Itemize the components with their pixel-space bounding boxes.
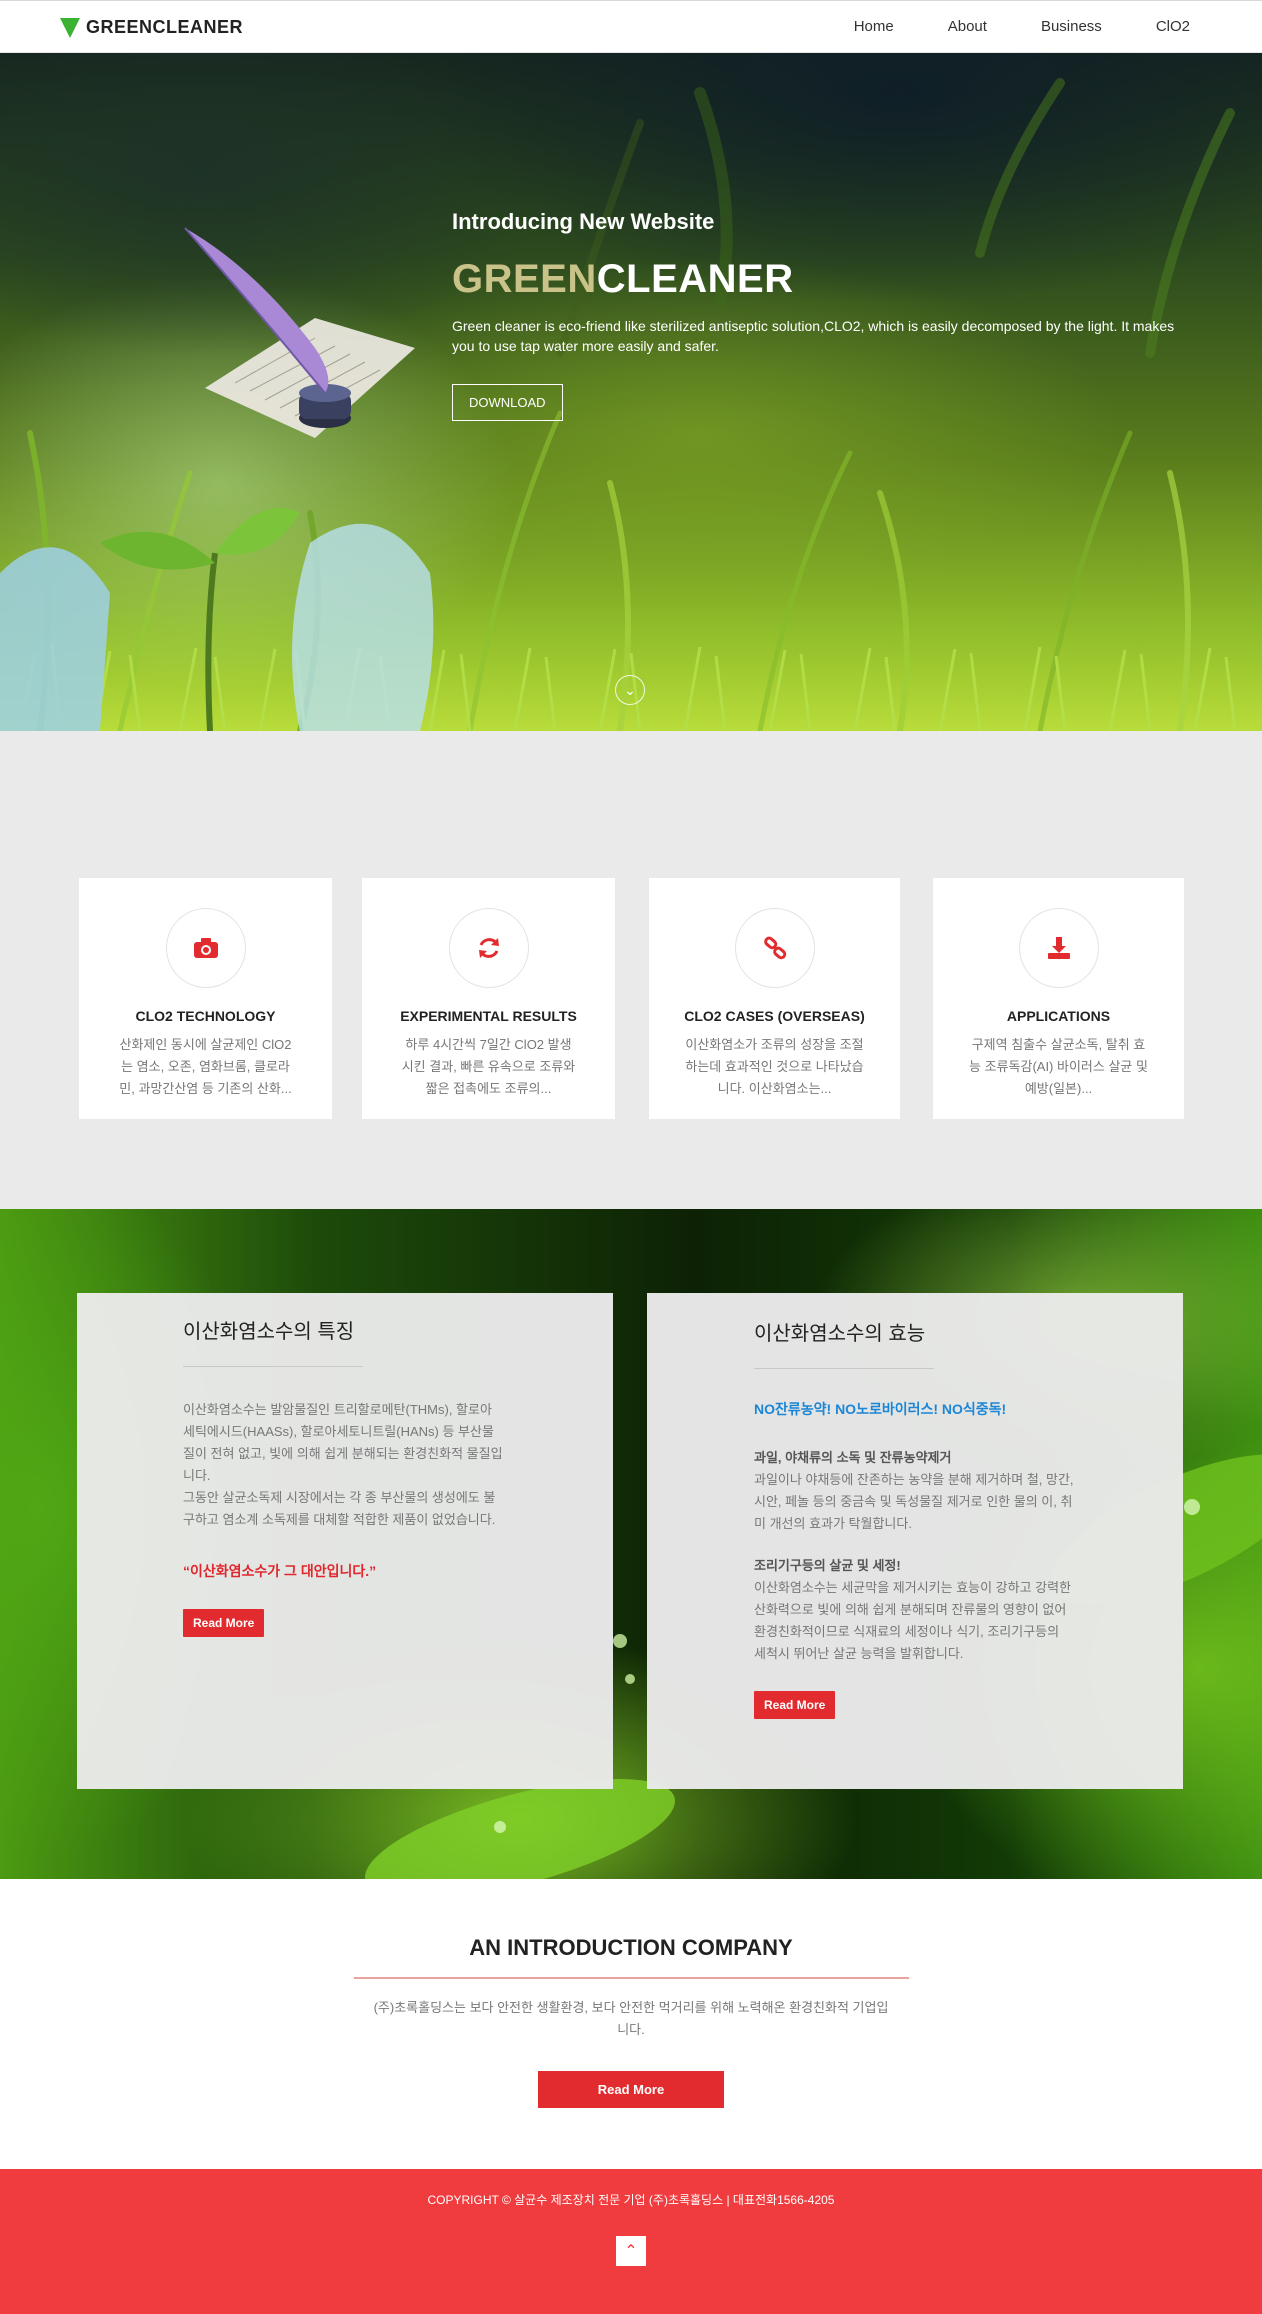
refresh-icon [448,908,529,988]
service-card-clo2-technology[interactable]: CLO2 TECHNOLOGY 산화제인 동시에 살균제인 ClO2는 염소, … [79,878,332,1119]
service-card-title: EXPERIMENTAL RESULTS [400,1008,577,1024]
feature-divider [754,1368,934,1369]
service-card-text: 이산화염소가 조류의 성장을 조절하는데 효과적인 것으로 나타났습니다. 이산… [685,1037,864,1096]
quill-letter-illustration [184,227,415,438]
menu-item-home[interactable]: Home [854,18,894,35]
intro-title: AN INTRODUCTION COMPANY [469,1935,793,1960]
read-more-button[interactable]: Read More [754,1691,836,1719]
feature-highlight: NO잔류농약! NO노로바이러스! NO식중독! [754,1401,1007,1417]
hero-title-white: CLEANER [596,257,794,301]
feature-box-effects: 이산화염소수의 효능 NO잔류농약! NO노로바이러스! NO식중독! 과일, … [647,1293,1183,1789]
service-card-title: APPLICATIONS [1006,1008,1111,1024]
service-card-experimental-results[interactable]: EXPERIMENTAL RESULTS 하루 4시간씩 7일간 ClO2 발생… [362,878,615,1119]
download-icon [1018,908,1099,988]
feature-box-characteristics: 이산화염소수의 특징 이산화염소수는 발암물질인 트리할로메탄(THMs), 할… [77,1293,613,1789]
hero-title: GREENCLEANER [452,257,1192,302]
service-card-text: 구제역 침출수 살균소독, 탈취 효능 조류독감(AI) 바이러스 살균 및 예… [969,1037,1148,1096]
feature-subtext-1: 과일이나 야채등에 잔존하는 농약을 분해 제거하며 철, 망간, 시안, 페놀… [754,1472,1074,1531]
feature-title: 이산화염소수의 특징 [183,1321,355,1343]
sprout-eggshell-illustration [0,508,434,731]
service-card-title: CLO2 TECHNOLOGY [135,1008,276,1024]
scroll-down-button[interactable]: ⌄ [615,675,645,705]
link-icon [734,908,815,988]
hero-content: Introducing New Website GREENCLEANER Gre… [452,209,1192,421]
hero-banner: Introducing New Website GREENCLEANER Gre… [0,53,1262,731]
feature-title: 이산화염소수의 효능 [754,1323,926,1345]
logo-triangle-icon [60,17,80,38]
company-intro-section: AN INTRODUCTION COMPANY (주)초록홀딩스는 보다 안전한… [0,1879,1262,2169]
feature-subheading-2: 조리기구등의 살균 및 세정! [754,1558,901,1573]
service-card-text: 산화제인 동시에 살균제인 ClO2는 염소, 오존, 염화브롬, 클로라민, … [119,1037,292,1096]
feature-paragraph-2: 그동안 살균소독제 시장에서는 각 종 부산물의 생성에도 불구하고 염소계 소… [183,1490,496,1527]
hero-intro: Introducing New Website [452,209,715,234]
intro-text: (주)초록홀딩스는 보다 안전한 생활환경, 보다 안전한 먹거리를 위해 노력… [373,2000,889,2037]
feature-divider [183,1366,363,1367]
download-button[interactable]: DOWNLOAD [452,384,563,421]
chevron-down-icon: ⌄ [624,681,636,698]
service-card-applications[interactable]: APPLICATIONS 구제역 침출수 살균소독, 탈취 효능 조류독감(AI… [933,878,1184,1119]
logo[interactable]: GREENCLEANER [60,17,243,38]
intro-read-more-button[interactable]: Read More [538,2071,724,2108]
chevron-up-icon: ⌃ [624,2243,638,2260]
service-card-text: 하루 4시간씩 7일간 ClO2 발생 시킨 결과, 빠른 유속으로 조류와 짧… [401,1037,576,1096]
features-section: 이산화염소수의 특징 이산화염소수는 발암물질인 트리할로메탄(THMs), 할… [0,1209,1262,1879]
menu-item-about[interactable]: About [948,18,987,35]
top-navbar: GREENCLEANER Home About Business ClO2 [0,0,1262,53]
intro-divider [353,1977,909,1979]
menu-item-business[interactable]: Business [1041,18,1102,35]
menu-item-clo2[interactable]: ClO2 [1156,18,1190,35]
feature-quote: “이산화염소수가 그 대안입니다.” [183,1563,377,1579]
feature-subheading-1: 과일, 야채류의 소독 및 잔류농약제거 [754,1450,952,1465]
back-to-top-button[interactable]: ⌃ [616,2236,646,2266]
feature-paragraph-1: 이산화염소수는 발암물질인 트리할로메탄(THMs), 할로아세틱에시드(HAA… [183,1402,503,1483]
footer: COPYRIGHT © 살균수 제조장치 전문 기업 (주)초록홀딩스 | 대표… [0,2169,1262,2314]
logo-text: GREENCLEANER [86,17,244,37]
copyright-text: COPYRIGHT © 살균수 제조장치 전문 기업 (주)초록홀딩스 | 대표… [427,2193,835,2207]
camera-icon [165,908,246,988]
services-section: CLO2 TECHNOLOGY 산화제인 동시에 살균제인 ClO2는 염소, … [0,731,1262,1209]
feature-subtext-2: 이산화염소수는 세균막을 제거시키는 효능이 강하고 강력한 산화력으로 빛에 … [754,1580,1072,1661]
read-more-button[interactable]: Read More [183,1609,265,1637]
hero-title-green: GREEN [452,257,597,301]
service-card-clo2-cases[interactable]: CLO2 CASES (OVERSEAS) 이산화염소가 조류의 성장을 조절하… [649,878,900,1119]
hero-description: Green cleaner is eco-friend like sterili… [452,318,1175,354]
main-menu: Home About Business ClO2 [854,18,1190,35]
service-card-title: CLO2 CASES (OVERSEAS) [684,1008,865,1024]
